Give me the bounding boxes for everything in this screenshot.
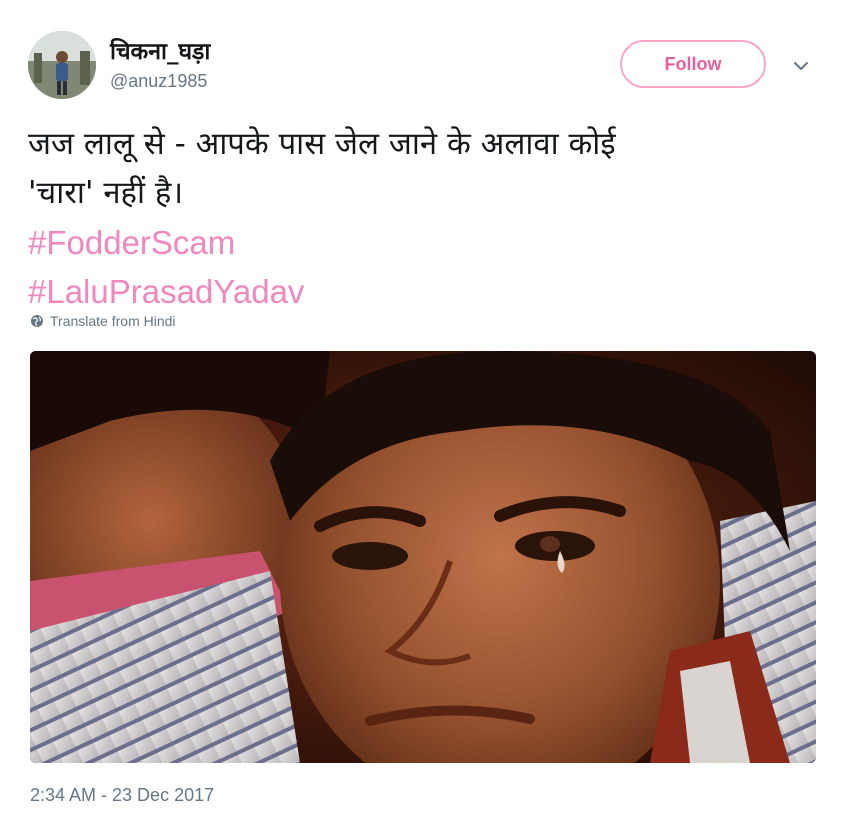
chevron-down-icon[interactable] bbox=[791, 56, 811, 76]
user-handle[interactable]: @anuz1985 bbox=[110, 71, 207, 92]
avatar-photo bbox=[28, 31, 96, 99]
tweet-text-line: 'चारा' नहीं है। bbox=[28, 175, 184, 211]
hashtag-link[interactable]: #FodderScam bbox=[28, 218, 818, 267]
avatar[interactable] bbox=[28, 31, 96, 99]
display-name[interactable]: चिकना_घड़ा bbox=[110, 34, 210, 66]
tweet-text: जज लालू से - आपके पास जेल जाने के अलावा … bbox=[28, 120, 818, 316]
translate-label: Translate from Hindi bbox=[50, 313, 176, 329]
tweet-media-image[interactable] bbox=[30, 351, 816, 763]
hashtag-link[interactable]: #LaluPrasadYadav bbox=[28, 267, 818, 316]
tweet-text-line: जज लालू से - आपके पास जेल जाने के अलावा … bbox=[28, 126, 616, 162]
media-photo bbox=[30, 351, 816, 763]
globe-icon bbox=[31, 315, 43, 327]
tweet-timestamp[interactable]: 2:34 AM - 23 Dec 2017 bbox=[30, 785, 214, 806]
follow-button[interactable]: Follow bbox=[620, 40, 766, 88]
translate-link[interactable]: Translate from Hindi bbox=[30, 313, 176, 329]
tweet-card: चिकना_घड़ा @anuz1985 Follow जज लालू से -… bbox=[0, 0, 850, 819]
